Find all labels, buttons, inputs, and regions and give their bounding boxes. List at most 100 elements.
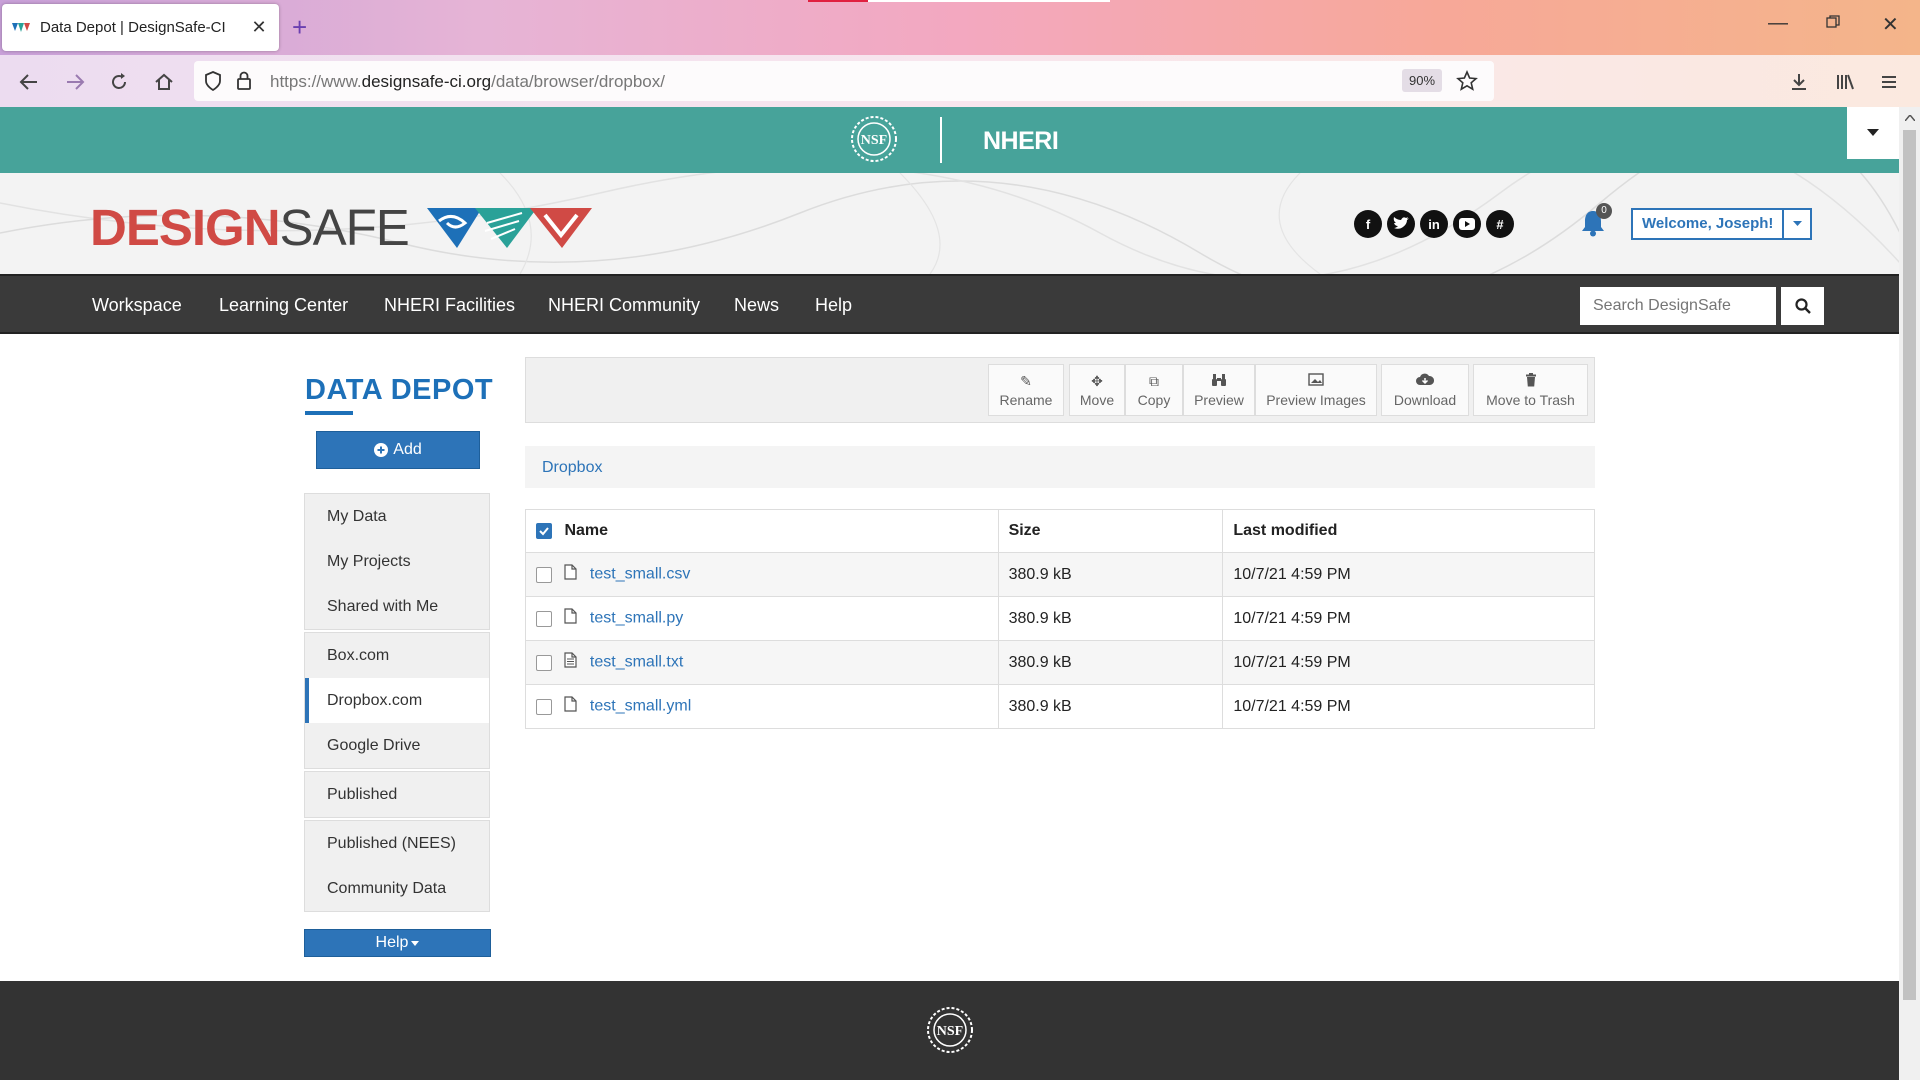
table-row[interactable]: test_small.csv 380.9 kB 10/7/21 4:59 PM [525,552,1595,597]
tab-close-icon[interactable]: ✕ [249,17,269,38]
caret-down-icon [411,940,420,946]
site-search-button[interactable] [1781,287,1824,325]
copy-label: Copy [1137,391,1171,408]
rename-button[interactable]: ✎ Rename [988,364,1064,416]
file-name-link[interactable]: test_small.csv [590,566,690,583]
nav-nheri-facilities[interactable]: NHERI Facilities [384,295,515,316]
file-name-link[interactable]: test_small.yml [590,698,691,715]
header-collapse-button[interactable] [1847,107,1899,159]
table-row[interactable]: test_small.py 380.9 kB 10/7/21 4:59 PM [525,596,1595,641]
sidebar-item-dropbox[interactable]: Dropbox.com [305,678,489,723]
site-search-input[interactable] [1580,287,1776,325]
sidebar-item-my-data[interactable]: My Data [305,494,489,539]
slack-icon[interactable]: # [1486,210,1514,238]
tab-bar-accent [808,0,868,2]
file-name-link[interactable]: test_small.py [590,610,683,627]
user-menu: Welcome, Joseph! [1631,208,1813,240]
url-bar[interactable]: https://www.designsafe-ci.org/data/brows… [194,61,1494,101]
preview-images-button[interactable]: Preview Images [1255,364,1377,416]
lock-icon[interactable] [236,70,252,95]
column-header-last-modified[interactable]: Last modified [1222,509,1595,553]
shield-icon[interactable] [204,71,222,96]
nav-workspace[interactable]: Workspace [92,295,182,316]
reload-icon[interactable] [104,67,134,97]
nheri-label[interactable]: NHERI [983,127,1059,156]
new-tab-icon[interactable]: + [292,12,307,43]
nav-nheri-community[interactable]: NHERI Community [548,295,700,316]
home-icon[interactable] [149,67,179,97]
sidebar-item-published-nees[interactable]: Published (NEES) [305,821,489,866]
library-icon[interactable] [1830,67,1860,97]
sidebar-item-google-drive[interactable]: Google Drive [305,723,489,768]
table-header-row: Name Size Last modified [525,509,1595,553]
rename-label: Rename [999,391,1053,408]
table-row[interactable]: test_small.txt 380.9 kB 10/7/21 4:59 PM [525,640,1595,685]
file-modified-cell: 10/7/21 4:59 PM [1222,684,1595,729]
tab-title: Data Depot | DesignSafe-CI [40,19,226,36]
sidebar-item-shared-with-me[interactable]: Shared with Me [305,584,489,629]
sidebar-item-published[interactable]: Published [305,772,489,817]
forward-icon[interactable] [60,67,90,97]
user-menu-caret-icon[interactable] [1782,210,1810,238]
breadcrumb-dropbox[interactable]: Dropbox [542,459,602,477]
file-icon [564,696,578,717]
nsf-logo-icon[interactable]: NSF [848,113,900,170]
side-group-community: Published (NEES) Community Data [304,820,490,912]
sidebar-item-community-data[interactable]: Community Data [305,866,489,911]
nav-learning-center[interactable]: Learning Center [219,295,348,316]
bookmark-star-icon[interactable] [1456,69,1478,97]
row-checkbox[interactable] [536,698,552,715]
menu-hamburger-icon[interactable] [1874,67,1904,97]
scroll-up-arrow-icon[interactable] [1899,107,1920,129]
preview-label: Preview [1194,391,1244,408]
sidebar-item-my-projects[interactable]: My Projects [305,539,489,584]
browser-tab-bar: Data Depot | DesignSafe-CI ✕ + — ✕ [0,0,1920,55]
nsf-footer-logo-icon[interactable]: NSF [924,1004,976,1061]
sidebar-item-box[interactable]: Box.com [305,633,489,678]
header-divider [940,117,942,163]
select-all-checkbox[interactable] [536,522,552,539]
downloads-icon[interactable] [1784,67,1814,97]
scrollbar-thumb[interactable] [1903,130,1916,1000]
back-icon[interactable] [14,67,44,97]
column-header-size[interactable]: Size [997,509,1224,553]
minimize-icon[interactable]: — [1768,12,1788,35]
move-label: Move [1079,391,1115,408]
row-checkbox[interactable] [536,654,552,671]
file-size-cell: 380.9 kB [997,552,1224,597]
zoom-level-badge[interactable]: 90% [1402,69,1443,92]
copy-button[interactable]: ⧉ Copy [1125,364,1183,416]
row-checkbox[interactable] [536,610,552,627]
file-name-link[interactable]: test_small.txt [590,654,683,671]
file-toolbar: ✎ Rename ✥ Move ⧉ Copy Preview Preview I… [525,357,1595,423]
nav-news[interactable]: News [734,295,779,316]
designsafe-logo[interactable]: DESIGN SAFE [90,198,597,257]
download-button[interactable]: Download [1381,364,1469,416]
preview-button[interactable]: Preview [1183,364,1255,416]
close-window-icon[interactable]: ✕ [1882,12,1899,37]
restore-icon[interactable] [1826,12,1840,35]
nav-help[interactable]: Help [815,295,852,316]
move-to-trash-button[interactable]: Move to Trash [1473,364,1588,416]
url-prefix: https://www. [270,72,362,91]
row-checkbox[interactable] [536,566,552,583]
linkedin-icon[interactable]: in [1420,210,1448,238]
image-icon [1308,372,1324,389]
move-button[interactable]: ✥ Move [1069,364,1125,416]
file-name-cell: test_small.txt [525,640,999,685]
add-button-label: Add [393,441,422,458]
browser-tab[interactable]: Data Depot | DesignSafe-CI ✕ [2,4,279,51]
column-header-name[interactable]: Name [525,509,999,553]
table-row[interactable]: test_small.yml 380.9 kB 10/7/21 4:59 PM [525,684,1595,729]
facebook-icon[interactable]: f [1354,210,1382,238]
binoculars-icon [1211,373,1227,389]
twitter-icon[interactable] [1387,210,1415,238]
file-size-cell: 380.9 kB [997,684,1224,729]
youtube-icon[interactable] [1453,210,1481,238]
designsafe-emblem-icon [426,207,592,248]
file-size-cell: 380.9 kB [997,596,1224,641]
help-dropdown-button[interactable]: Help [304,929,491,957]
welcome-user-button[interactable]: Welcome, Joseph! [1633,210,1782,238]
url-text[interactable]: https://www.designsafe-ci.org/data/brows… [270,72,665,92]
add-button[interactable]: Add [316,431,480,469]
